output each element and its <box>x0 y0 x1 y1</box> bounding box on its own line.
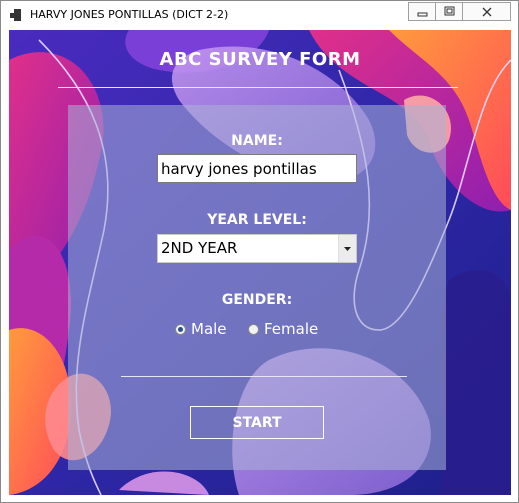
maximize-icon <box>444 6 454 16</box>
female-radio[interactable] <box>248 323 259 335</box>
heading-divider <box>58 87 458 88</box>
start-button[interactable]: START <box>190 406 324 439</box>
form-area: ABC SURVEY FORM NAME: YEAR LEVEL: 2ND YE… <box>9 30 511 495</box>
year-level-value: 2ND YEAR <box>161 239 238 257</box>
form-heading: ABC SURVEY FORM <box>159 49 361 70</box>
gender-option-male[interactable]: Male <box>175 320 227 338</box>
dropdown-arrow-icon[interactable] <box>338 235 356 262</box>
male-radio[interactable] <box>175 323 186 335</box>
maximize-button[interactable] <box>435 2 462 21</box>
male-label: Male <box>191 320 227 338</box>
minimize-icon <box>417 12 427 17</box>
close-icon <box>482 7 491 16</box>
close-button[interactable] <box>462 2 511 21</box>
year-level-label: YEAR LEVEL: <box>207 212 307 228</box>
gender-option-female[interactable]: Female <box>248 320 318 338</box>
title-bar[interactable]: HARVY JONES PONTILLAS (DICT 2-2) <box>1 1 518 29</box>
name-input[interactable] <box>157 154 357 183</box>
form-divider <box>121 376 407 377</box>
form-panel: NAME: YEAR LEVEL: 2ND YEAR GENDER: Male … <box>68 105 446 470</box>
app-icon <box>10 9 22 21</box>
year-level-select[interactable]: 2ND YEAR <box>157 234 357 263</box>
female-label: Female <box>264 320 319 338</box>
app-window: HARVY JONES PONTILLAS (DICT 2-2) ABC SUR… <box>0 0 519 503</box>
minimize-button[interactable] <box>408 2 435 21</box>
window-title: HARVY JONES PONTILLAS (DICT 2-2) <box>30 8 229 21</box>
gender-label: GENDER: <box>221 292 293 308</box>
name-label: NAME: <box>231 133 283 149</box>
